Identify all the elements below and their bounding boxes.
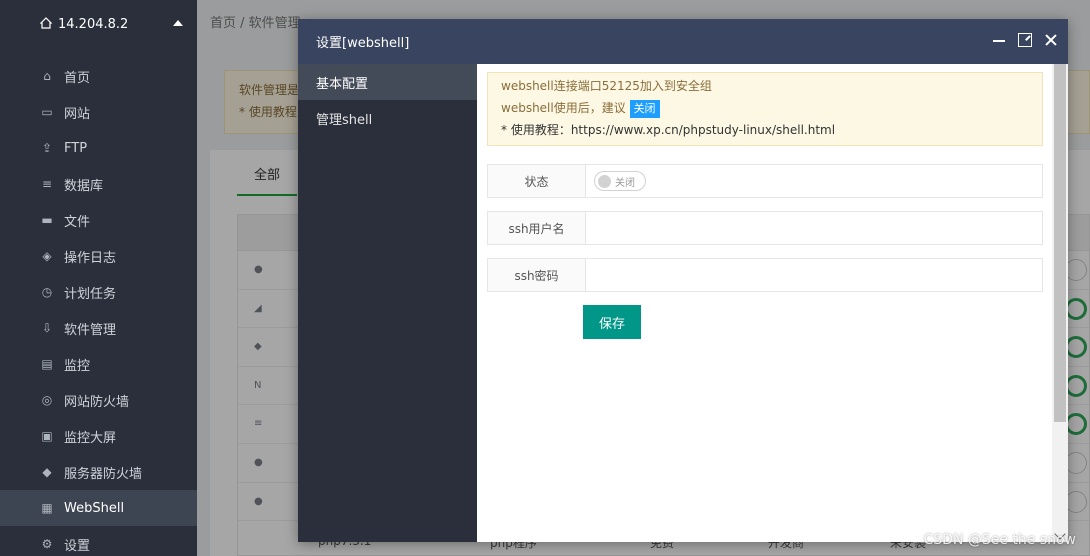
alert-line: webshell使用后，建议 关闭 <box>501 97 1029 119</box>
sidebar-item-label: 监控大屏 <box>64 430 117 446</box>
shield-icon: ◎ <box>41 393 53 407</box>
layers-icon: ◈ <box>42 249 52 263</box>
host-selector[interactable]: 14.204.8.2 <box>0 0 197 48</box>
alert-text: webshell使用后，建议 <box>501 101 626 115</box>
clock-icon: ◷ <box>41 285 53 299</box>
host-address: 14.204.8.2 <box>58 16 129 32</box>
monitor-icon: ▭ <box>41 105 53 119</box>
modal-nav: 基本配置 管理shell <box>298 64 477 542</box>
webshell-settings-modal: 设置[webshell] 基本配置 管理shell webshell连接端口52… <box>298 19 1068 542</box>
sidebar-item-shield-check[interactable]: ◆ 服务器防火墙 <box>0 454 197 490</box>
sidebar-item-label: 服务器防火墙 <box>64 466 143 482</box>
ssh-user-field <box>586 212 1042 244</box>
sidebar-item-ftp[interactable]: ⇪ FTP <box>0 130 197 166</box>
sidebar-item-terminal[interactable]: ▦ WebShell <box>0 490 197 526</box>
folder-icon: ▬ <box>41 213 53 227</box>
nav-manage-shell[interactable]: 管理shell <box>298 100 477 136</box>
sidebar-item-layers[interactable]: ◈ 操作日志 <box>0 238 197 274</box>
caret-up-icon <box>173 20 183 26</box>
sidebar-item-label: 设置 <box>64 538 91 554</box>
sidebar-item-folder[interactable]: ▬ 文件 <box>0 202 197 238</box>
switch-knob <box>598 174 611 188</box>
ssh-pass-label: ssh密码 <box>488 259 586 291</box>
shield-check-icon: ◆ <box>42 465 52 479</box>
sidebar-item-database[interactable]: ≡ 数据库 <box>0 166 197 202</box>
screen-icon: ▣ <box>41 429 53 443</box>
sidebar-item-monitor[interactable]: ▭ 网站 <box>0 94 197 130</box>
sidebar-item-label: 首页 <box>64 70 91 86</box>
alert-line: webshell连接端口52125加入到安全组 <box>501 79 712 93</box>
ssh-pass-field <box>586 259 1042 291</box>
ssh-pass-input[interactable] <box>594 259 1042 291</box>
sidebar-item-gear[interactable]: ⚙ 设置 <box>0 526 197 556</box>
sidebar: 14.204.8.2 ⌂ 首页 ▭ 网站 ⇪ FTP ≡ 数据库 ▬ 文件 ◈ 操作日志 ◷ 计划任务 ⇩ 软… <box>0 0 197 556</box>
sidebar-item-label: 软件管理 <box>64 322 117 338</box>
sidebar-item-label: 监控 <box>64 358 91 374</box>
modal-header: 设置[webshell] <box>298 19 1068 64</box>
modal-body: 基本配置 管理shell webshell连接端口52125加入到安全组 web… <box>298 64 1068 542</box>
close-icon[interactable] <box>1044 33 1058 47</box>
ftp-icon: ⇪ <box>41 141 53 155</box>
sidebar-item-label: 计划任务 <box>64 286 117 302</box>
status-row: 状态 关闭 <box>487 164 1043 198</box>
ssh-user-row: ssh用户名 <box>487 211 1043 245</box>
modal-content: webshell连接端口52125加入到安全组 webshell使用后，建议 关… <box>477 64 1068 542</box>
sidebar-item-label: 文件 <box>64 214 91 230</box>
maximize-icon[interactable] <box>1018 33 1032 47</box>
home-icon: ⌂ <box>43 69 51 83</box>
sidebar-item-label: 网站防火墙 <box>64 394 130 410</box>
modal-scrollbar[interactable] <box>1052 64 1068 542</box>
ssh-user-label: ssh用户名 <box>488 212 586 244</box>
modal-actions <box>992 33 1058 47</box>
sidebar-item-label: FTP <box>64 140 88 156</box>
sidebar-item-download[interactable]: ⇩ 软件管理 <box>0 310 197 346</box>
webshell-alert: webshell连接端口52125加入到安全组 webshell使用后，建议 关… <box>487 72 1043 146</box>
home-small-icon <box>40 17 52 29</box>
sidebar-item-label: WebShell <box>64 500 125 516</box>
sidebar-item-home[interactable]: ⌂ 首页 <box>0 58 197 94</box>
status-field: 关闭 <box>586 165 1042 197</box>
chart-icon: ▤ <box>41 357 53 371</box>
modal-title: 设置[webshell] <box>316 36 410 51</box>
minimize-icon[interactable] <box>992 33 1006 47</box>
database-icon: ≡ <box>41 177 53 191</box>
sidebar-item-screen[interactable]: ▣ 监控大屏 <box>0 418 197 454</box>
nav-basic-config[interactable]: 基本配置 <box>298 64 477 100</box>
sidebar-item-label: 网站 <box>64 106 91 122</box>
sidebar-item-chart[interactable]: ▤ 监控 <box>0 346 197 382</box>
sidebar-item-label: 数据库 <box>64 178 104 194</box>
ssh-user-input[interactable] <box>594 212 1042 244</box>
status-label: 状态 <box>488 165 586 197</box>
watermark: CSDN @See the snow <box>923 532 1076 548</box>
save-button[interactable]: 保存 <box>583 305 641 339</box>
tutorial-link[interactable]: * 使用教程：https://www.xp.cn/phpstudy-linux/… <box>501 119 1029 141</box>
sidebar-item-shield[interactable]: ◎ 网站防火墙 <box>0 382 197 418</box>
switch-label: 关闭 <box>615 177 635 189</box>
sidebar-item-label: 操作日志 <box>64 250 117 266</box>
gear-icon: ⚙ <box>41 537 53 551</box>
scrollbar-thumb[interactable] <box>1054 64 1066 422</box>
sidebar-menu: ⌂ 首页 ▭ 网站 ⇪ FTP ≡ 数据库 ▬ 文件 ◈ 操作日志 ◷ 计划任务 ⇩ 软件管理 ▤ 监控 ◎ 网站防火… <box>0 58 197 556</box>
terminal-icon: ▦ <box>41 501 53 515</box>
download-icon: ⇩ <box>41 321 53 335</box>
ssh-pass-row: ssh密码 <box>487 258 1043 292</box>
sidebar-item-clock[interactable]: ◷ 计划任务 <box>0 274 197 310</box>
status-switch[interactable]: 关闭 <box>594 171 646 191</box>
close-tag: 关闭 <box>629 100 660 118</box>
